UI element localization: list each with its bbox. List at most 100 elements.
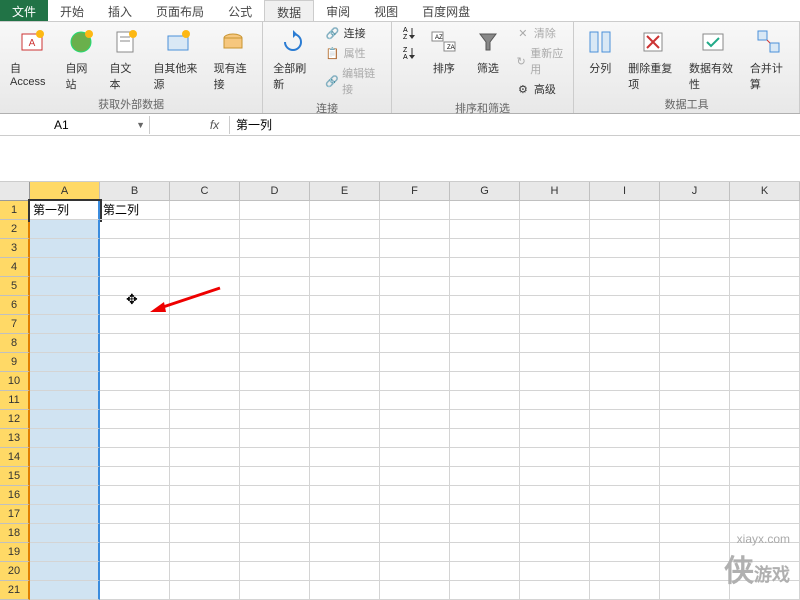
- cell[interactable]: [380, 296, 450, 315]
- cell[interactable]: [380, 277, 450, 296]
- cell[interactable]: [590, 372, 660, 391]
- cell[interactable]: [590, 448, 660, 467]
- cell[interactable]: [100, 467, 170, 486]
- cell[interactable]: [730, 486, 800, 505]
- row-header[interactable]: 7: [0, 315, 30, 334]
- cell[interactable]: [170, 353, 240, 372]
- data-validation-button[interactable]: 数据有效性: [685, 24, 742, 94]
- cell[interactable]: [450, 315, 520, 334]
- cell[interactable]: [310, 353, 380, 372]
- cell[interactable]: [100, 353, 170, 372]
- sort-desc-button[interactable]: ZA: [398, 44, 420, 62]
- cell[interactable]: [310, 220, 380, 239]
- cell[interactable]: [730, 372, 800, 391]
- cell[interactable]: [660, 239, 730, 258]
- cell[interactable]: [170, 391, 240, 410]
- row-header[interactable]: 17: [0, 505, 30, 524]
- row-header[interactable]: 15: [0, 467, 30, 486]
- row-header[interactable]: 6: [0, 296, 30, 315]
- cell[interactable]: [660, 296, 730, 315]
- cell[interactable]: [450, 562, 520, 581]
- cell[interactable]: [660, 220, 730, 239]
- cell[interactable]: [520, 334, 590, 353]
- cell[interactable]: [30, 581, 100, 600]
- cell[interactable]: [450, 277, 520, 296]
- cell[interactable]: [240, 334, 310, 353]
- cell[interactable]: [380, 448, 450, 467]
- cell[interactable]: [380, 334, 450, 353]
- cell[interactable]: [240, 467, 310, 486]
- cell[interactable]: [520, 581, 590, 600]
- cell[interactable]: [30, 372, 100, 391]
- cell[interactable]: [170, 296, 240, 315]
- cell[interactable]: [450, 372, 520, 391]
- cell[interactable]: [310, 524, 380, 543]
- refresh-all-button[interactable]: 全部刷新: [269, 24, 317, 94]
- connections-button[interactable]: 🔗连接: [322, 24, 385, 42]
- cell[interactable]: [520, 353, 590, 372]
- cell[interactable]: [590, 277, 660, 296]
- cell[interactable]: [590, 581, 660, 600]
- cell[interactable]: [450, 239, 520, 258]
- cell[interactable]: [660, 467, 730, 486]
- cell[interactable]: [590, 258, 660, 277]
- cell[interactable]: [100, 505, 170, 524]
- cell[interactable]: [310, 334, 380, 353]
- cell[interactable]: [450, 448, 520, 467]
- cell[interactable]: [30, 524, 100, 543]
- cell[interactable]: [380, 258, 450, 277]
- cell[interactable]: [30, 410, 100, 429]
- cell[interactable]: [100, 220, 170, 239]
- cell[interactable]: [170, 315, 240, 334]
- cell[interactable]: [450, 391, 520, 410]
- column-header[interactable]: J: [660, 182, 730, 201]
- cell[interactable]: [240, 448, 310, 467]
- cell[interactable]: [30, 334, 100, 353]
- row-header[interactable]: 1: [0, 201, 30, 220]
- cell[interactable]: [520, 505, 590, 524]
- formula-input[interactable]: 第一列: [230, 114, 800, 135]
- cell[interactable]: [730, 391, 800, 410]
- cell[interactable]: [380, 429, 450, 448]
- cell[interactable]: [240, 372, 310, 391]
- cell[interactable]: [310, 239, 380, 258]
- cell[interactable]: [730, 315, 800, 334]
- cell[interactable]: [100, 486, 170, 505]
- cell[interactable]: [240, 505, 310, 524]
- cell[interactable]: [310, 201, 380, 220]
- cell[interactable]: [310, 429, 380, 448]
- cell[interactable]: [30, 486, 100, 505]
- column-header[interactable]: B: [100, 182, 170, 201]
- cell[interactable]: [520, 543, 590, 562]
- cell[interactable]: [170, 220, 240, 239]
- select-all-corner[interactable]: [0, 182, 30, 201]
- cell[interactable]: [240, 524, 310, 543]
- cell[interactable]: [310, 296, 380, 315]
- cell[interactable]: [100, 258, 170, 277]
- tab-review[interactable]: 审阅: [314, 0, 362, 21]
- cell[interactable]: [660, 315, 730, 334]
- cell[interactable]: [30, 239, 100, 258]
- cell[interactable]: [310, 467, 380, 486]
- cell[interactable]: [170, 429, 240, 448]
- row-header[interactable]: 3: [0, 239, 30, 258]
- cell[interactable]: [590, 562, 660, 581]
- cell[interactable]: [380, 201, 450, 220]
- cell[interactable]: [660, 562, 730, 581]
- row-header[interactable]: 5: [0, 277, 30, 296]
- cell[interactable]: [660, 524, 730, 543]
- tab-file[interactable]: 文件: [0, 0, 48, 21]
- cell[interactable]: [660, 505, 730, 524]
- cell[interactable]: [310, 562, 380, 581]
- cell[interactable]: [520, 201, 590, 220]
- cell[interactable]: [170, 562, 240, 581]
- edit-links-button[interactable]: 🔗编辑链接: [322, 64, 385, 98]
- column-header[interactable]: E: [310, 182, 380, 201]
- cell[interactable]: [30, 467, 100, 486]
- cell[interactable]: [170, 524, 240, 543]
- cell[interactable]: 第二列: [100, 201, 170, 220]
- existing-conn-button[interactable]: 现有连接: [210, 24, 257, 94]
- cell[interactable]: [100, 334, 170, 353]
- tab-formulas[interactable]: 公式: [216, 0, 264, 21]
- cell[interactable]: [170, 201, 240, 220]
